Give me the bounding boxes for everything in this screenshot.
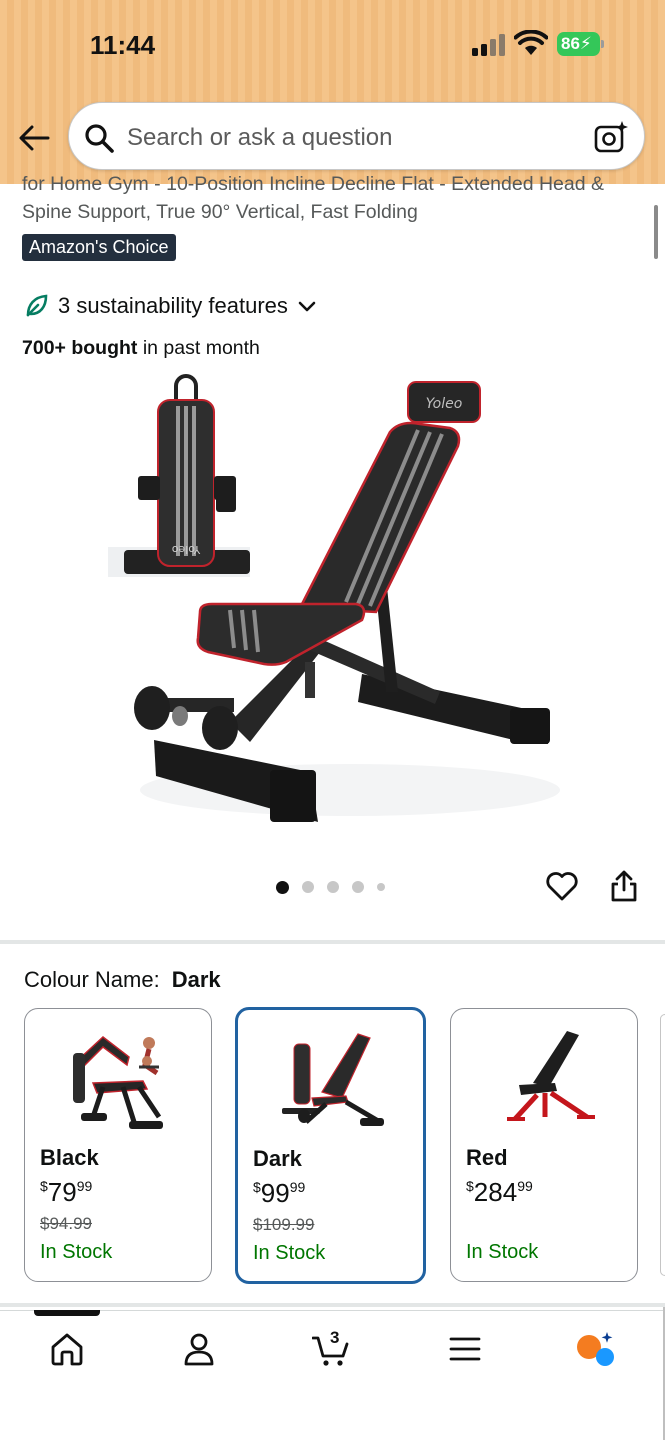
variation-price: $9999 xyxy=(253,1178,306,1208)
variation-card-next[interactable] xyxy=(660,1014,665,1276)
battery-icon: 86⚡ xyxy=(557,32,605,56)
variation-name: Red xyxy=(466,1145,508,1170)
share-icon[interactable] xyxy=(606,868,642,904)
variation-price: $7999 xyxy=(40,1177,93,1207)
inset-front-view: Yoleo xyxy=(108,374,250,577)
section-divider xyxy=(0,1303,665,1307)
variation-image xyxy=(507,1031,595,1121)
image-carousel-dots[interactable] xyxy=(276,880,398,894)
rufus-icon[interactable] xyxy=(576,1330,614,1368)
heart-icon[interactable] xyxy=(544,868,580,904)
variation-image xyxy=(73,1036,163,1129)
variation-was-price: $94.99 xyxy=(40,1214,92,1233)
cellular-signal-icon xyxy=(472,34,505,56)
variation-card-red[interactable]: Red $28499 In Stock xyxy=(450,1008,638,1282)
variation-card-dark[interactable]: Dark $9999 $109.99 In Stock xyxy=(235,1007,426,1284)
variation-price: $28499 xyxy=(466,1177,533,1207)
product-title[interactable]: for Home Gym - 10-Position Incline Decli… xyxy=(22,170,652,226)
carousel-dot[interactable] xyxy=(327,881,339,893)
bench-brand-text: Yoleo xyxy=(426,396,463,412)
home-icon[interactable] xyxy=(48,1330,86,1368)
app-header: 11:44 86⚡ Search or ask a question xyxy=(0,0,665,184)
carousel-dot[interactable] xyxy=(377,883,385,891)
search-bar[interactable]: Search or ask a question xyxy=(68,102,645,170)
variation-was-price: $109.99 xyxy=(253,1215,315,1234)
variation-stock: In Stock xyxy=(253,1242,326,1264)
sustainability-label: 3 sustainability features xyxy=(58,293,288,318)
carousel-dot[interactable] xyxy=(302,881,314,893)
battery-level: 86⚡ xyxy=(557,32,600,56)
sustainability-features-toggle[interactable]: 3 sustainability features xyxy=(24,290,318,322)
selected-colour: Dark xyxy=(171,967,221,992)
carousel-dot[interactable] xyxy=(352,881,364,893)
amazons-choice-badge[interactable]: Amazon's Choice xyxy=(22,234,176,261)
variation-stock: In Stock xyxy=(40,1241,113,1263)
variation-card-black[interactable]: Black $7999 $94.99 In Stock xyxy=(24,1008,212,1282)
menu-icon[interactable] xyxy=(446,1330,484,1368)
variation-stock: In Stock xyxy=(466,1241,539,1263)
wifi-icon xyxy=(514,30,548,55)
status-time: 11:44 xyxy=(90,30,156,60)
leaf-icon xyxy=(26,294,48,317)
section-divider xyxy=(0,940,665,944)
search-input[interactable]: Search or ask a question xyxy=(127,124,393,152)
account-icon[interactable] xyxy=(180,1330,218,1368)
product-image[interactable]: Yoleo Yoleo xyxy=(100,372,570,832)
search-icon xyxy=(85,124,114,153)
page-scrollbar[interactable] xyxy=(654,205,658,259)
carousel-dot[interactable] xyxy=(276,880,289,894)
inset-brand-text: Yoleo xyxy=(171,543,201,556)
back-arrow-icon[interactable] xyxy=(16,120,52,156)
variation-name: Black xyxy=(40,1145,99,1170)
bought-count: 700+ bought in past month xyxy=(22,337,260,359)
camera-search-icon[interactable] xyxy=(593,119,629,155)
active-tab-indicator xyxy=(34,1310,100,1316)
cart-count-badge: 3 xyxy=(330,1328,340,1347)
chevron-down-icon xyxy=(298,301,316,312)
colour-name-label: Colour Name: Dark xyxy=(24,967,221,992)
variation-image xyxy=(282,1033,384,1126)
variation-name: Dark xyxy=(253,1146,302,1171)
